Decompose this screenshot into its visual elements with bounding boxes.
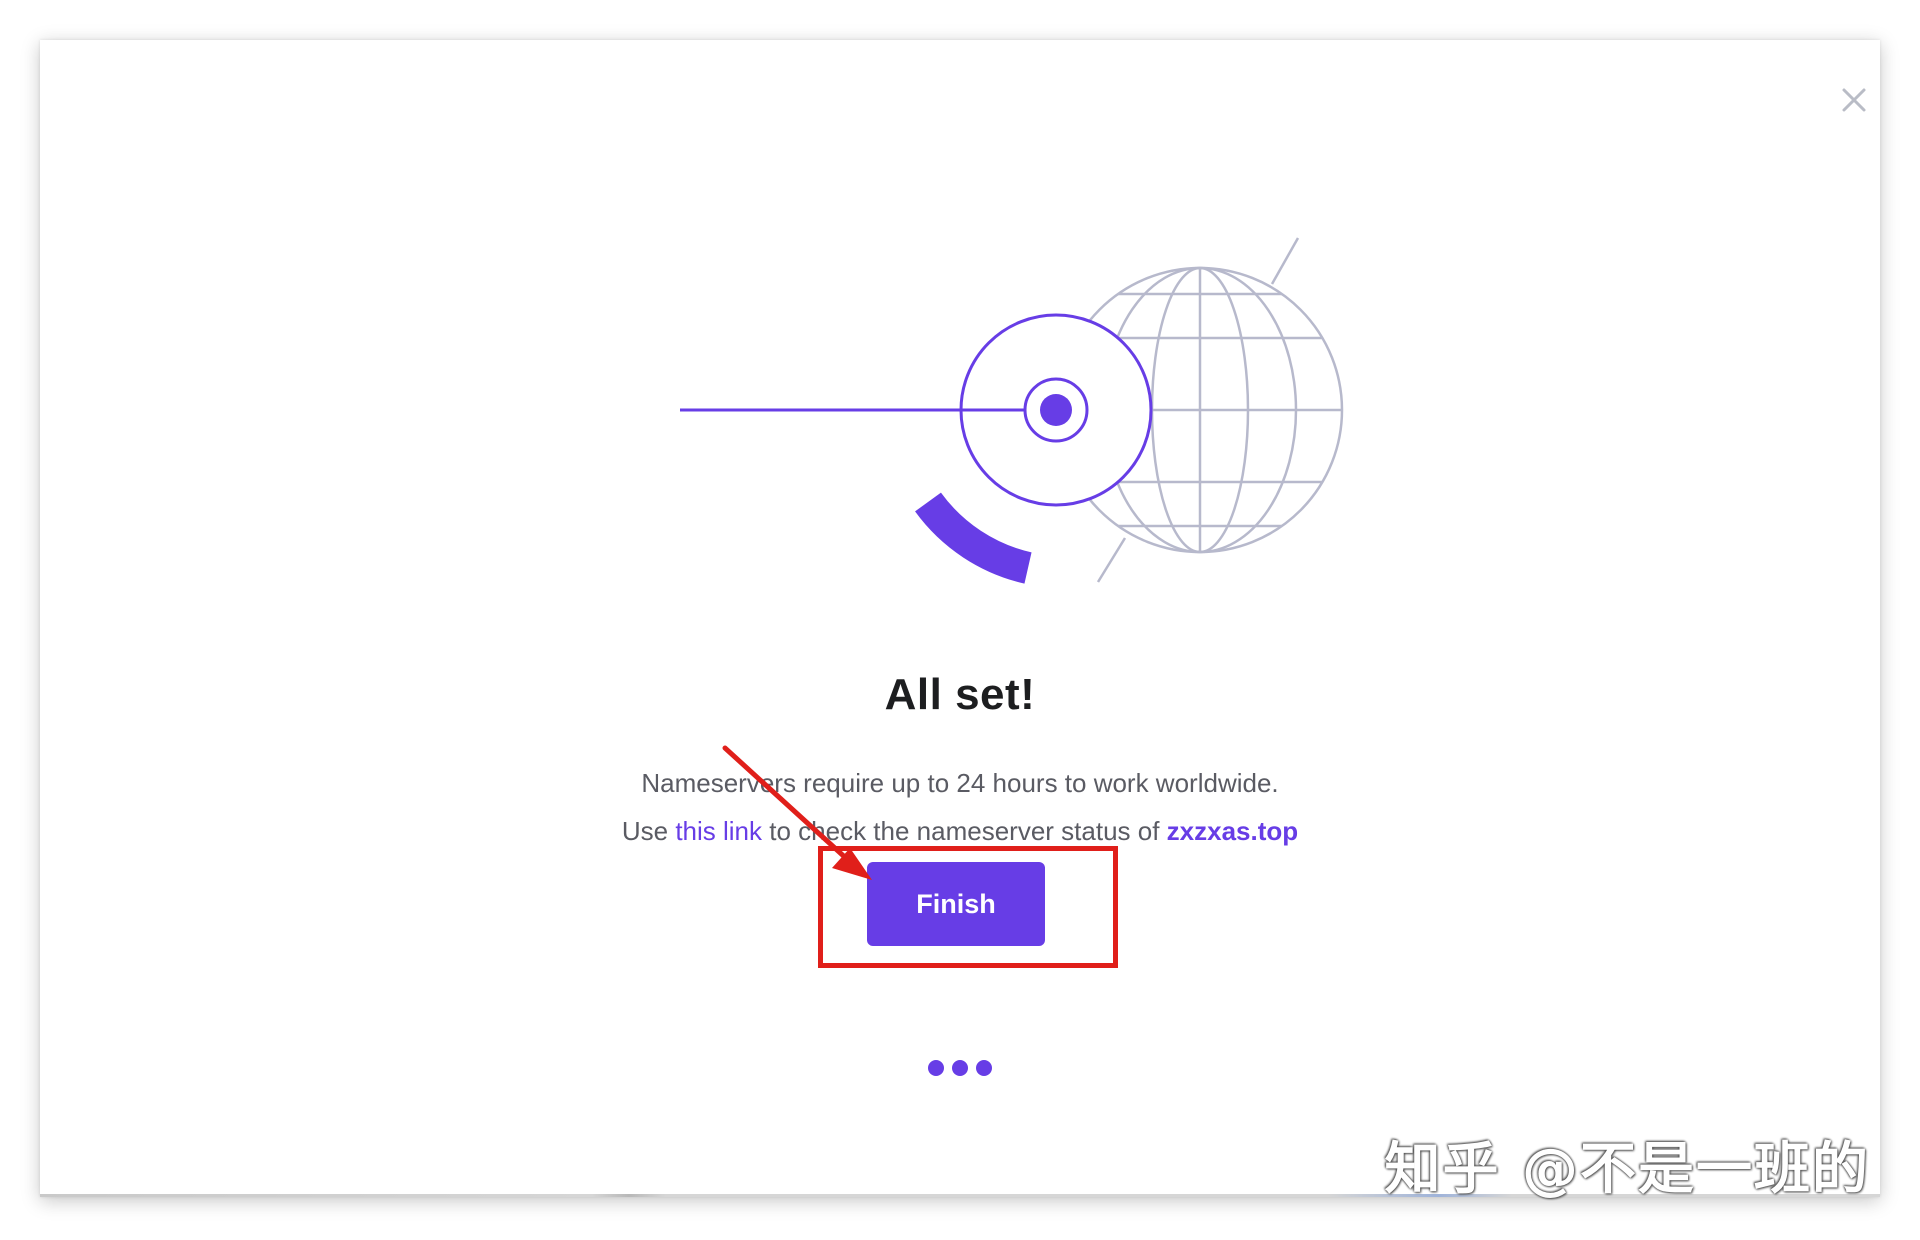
arc-shape — [915, 492, 1032, 584]
step-dot-1 — [928, 1060, 944, 1076]
close-icon[interactable] — [1834, 80, 1874, 120]
domain-name-link[interactable]: zxzxas.top — [1167, 816, 1299, 846]
info-text-prefix: Use — [621, 816, 676, 846]
nameserver-globe-illustration — [680, 237, 1344, 584]
info-text-line-2: Use this link to check the nameserver st… — [40, 816, 1880, 847]
page-title: All set! — [884, 670, 1036, 719]
finish-button[interactable]: Finish — [867, 862, 1045, 946]
step-dot-3 — [976, 1060, 992, 1076]
close-button[interactable] — [1834, 80, 1874, 120]
target-icon — [680, 313, 1153, 507]
watermark-text: 知乎 @不是一班的 — [1384, 1137, 1870, 1202]
step-dot-2 — [952, 1060, 968, 1076]
status-check-link[interactable]: this link — [675, 816, 762, 846]
page: All set! Nameservers require up to 24 ho… — [0, 0, 1920, 1240]
info-text-middle: to check the nameserver status of — [762, 816, 1167, 846]
dialog: All set! Nameservers require up to 24 ho… — [40, 40, 1880, 1197]
step-progress-dots — [40, 1060, 1880, 1076]
info-text-line-1: Nameservers require up to 24 hours to wo… — [641, 768, 1279, 798]
